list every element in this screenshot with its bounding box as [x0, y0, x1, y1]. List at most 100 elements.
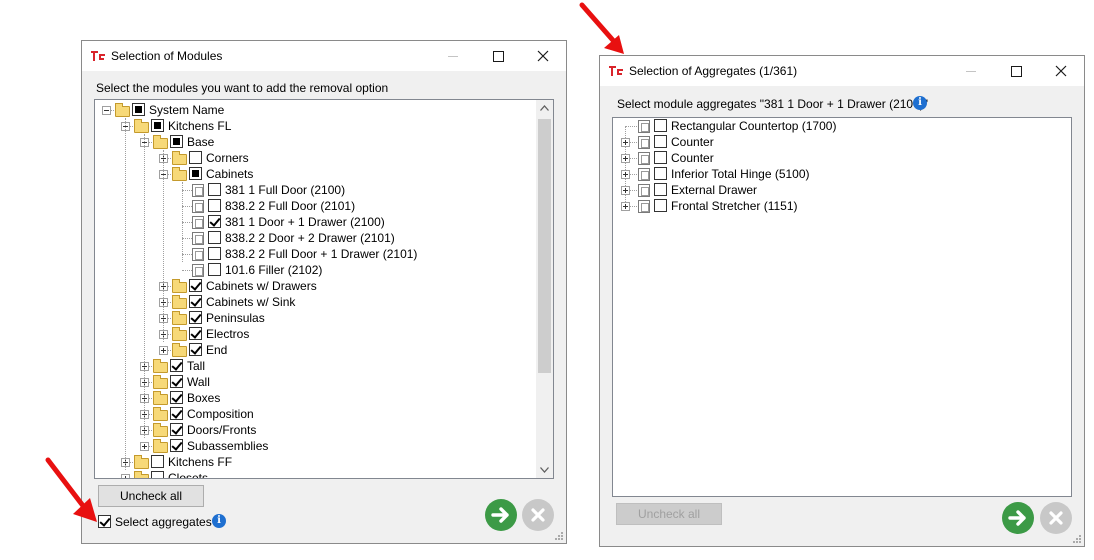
cancel-button[interactable] — [522, 499, 554, 531]
tree-checkbox[interactable] — [151, 471, 164, 478]
expand-icon[interactable] — [140, 442, 149, 451]
tree-checkbox[interactable] — [208, 215, 221, 228]
collapse-icon[interactable] — [102, 106, 111, 115]
tree-checkbox[interactable] — [208, 247, 221, 260]
tree-node[interactable]: Rectangular Countertop (1700) — [613, 118, 1053, 134]
resize-grip-icon[interactable] — [555, 532, 563, 540]
expand-icon[interactable] — [621, 202, 630, 211]
tree-node[interactable]: Base — [95, 134, 535, 150]
tree-node[interactable]: Boxes — [95, 390, 535, 406]
tree-node[interactable]: Doors/Fronts — [95, 422, 535, 438]
tree-node[interactable]: External Drawer — [613, 182, 1053, 198]
tree-node[interactable]: Peninsulas — [95, 310, 535, 326]
tree-node[interactable]: End — [95, 342, 535, 358]
confirm-button[interactable] — [1002, 502, 1034, 534]
tree-node[interactable]: Frontal Stretcher (1151) — [613, 198, 1053, 214]
info-icon[interactable]: i — [212, 514, 226, 528]
tree-node[interactable]: Counter — [613, 134, 1053, 150]
expand-icon[interactable] — [621, 186, 630, 195]
tree-checkbox[interactable] — [208, 231, 221, 244]
tree-node[interactable]: 838.2 2 Full Door + 1 Drawer (2101) — [95, 246, 535, 262]
folder-icon — [153, 439, 168, 453]
tree-node[interactable]: Closets — [95, 470, 535, 478]
expand-icon[interactable] — [621, 170, 630, 179]
tree-checkbox[interactable] — [654, 119, 667, 132]
tree-node[interactable]: Kitchens FL — [95, 118, 535, 134]
tree-node[interactable]: System Name — [95, 102, 535, 118]
tree-checkbox[interactable] — [170, 407, 183, 420]
tree-node[interactable]: Cabinets w/ Drawers — [95, 278, 535, 294]
tree-node[interactable]: 838.2 2 Door + 2 Drawer (2101) — [95, 230, 535, 246]
tree-checkbox[interactable] — [208, 263, 221, 276]
info-icon[interactable]: i — [913, 96, 927, 110]
tree-node[interactable]: Electros — [95, 326, 535, 342]
maximize-button[interactable] — [995, 56, 1037, 86]
cancel-button[interactable] — [1040, 502, 1072, 534]
tree-checkbox[interactable] — [654, 167, 667, 180]
tree-node[interactable]: 838.2 2 Full Door (2101) — [95, 198, 535, 214]
modules-tree-scroll-thumb[interactable] — [538, 119, 551, 373]
tree-node-label: Boxes — [187, 391, 221, 405]
tree-checkbox[interactable] — [189, 327, 202, 340]
tree-checkbox[interactable] — [132, 103, 145, 116]
tree-checkbox[interactable] — [654, 199, 667, 212]
module-icon — [192, 264, 204, 277]
tree-checkbox[interactable] — [189, 311, 202, 324]
tree-node[interactable]: Corners — [95, 150, 535, 166]
tree-node[interactable]: Counter — [613, 150, 1053, 166]
minimize-button[interactable] — [950, 56, 992, 86]
modules-titlebar[interactable]: Selection of Modules — [82, 41, 566, 71]
tree-checkbox[interactable] — [654, 135, 667, 148]
tree-checkbox[interactable] — [170, 423, 183, 436]
tree-checkbox[interactable] — [170, 375, 183, 388]
aggregates-tree[interactable]: Rectangular Countertop (1700) Counter Coun… — [612, 117, 1072, 497]
tree-checkbox[interactable] — [189, 343, 202, 356]
expand-icon[interactable] — [159, 346, 168, 355]
tree-node[interactable]: Wall — [95, 374, 535, 390]
tree-node[interactable]: Inferior Total Hinge (5100) — [613, 166, 1053, 182]
tree-node[interactable]: Subassemblies — [95, 438, 535, 454]
scroll-down-icon[interactable] — [540, 467, 549, 473]
tree-checkbox[interactable] — [208, 183, 221, 196]
aggregates-titlebar[interactable]: Selection of Aggregates (1/361) — [600, 56, 1084, 86]
tree-node[interactable]: Composition — [95, 406, 535, 422]
tree-node[interactable]: Tall — [95, 358, 535, 374]
tree-connector — [182, 270, 192, 271]
tree-checkbox[interactable] — [189, 295, 202, 308]
tree-checkbox[interactable] — [189, 167, 202, 180]
uncheck-all-button[interactable]: Uncheck all — [616, 503, 722, 525]
scroll-up-icon[interactable] — [540, 105, 549, 111]
tree-checkbox[interactable] — [170, 359, 183, 372]
tree-checkbox[interactable] — [654, 151, 667, 164]
expand-icon[interactable] — [121, 474, 130, 478]
tree-checkbox[interactable] — [654, 183, 667, 196]
close-button[interactable] — [522, 41, 564, 71]
tree-checkbox[interactable] — [170, 135, 183, 148]
uncheck-all-button[interactable]: Uncheck all — [98, 485, 204, 507]
tree-checkbox[interactable] — [189, 279, 202, 292]
tree-checkbox[interactable] — [170, 391, 183, 404]
module-icon — [638, 168, 650, 181]
tree-checkbox[interactable] — [151, 455, 164, 468]
tree-checkbox[interactable] — [208, 199, 221, 212]
tree-checkbox[interactable] — [189, 151, 202, 164]
tree-node[interactable]: Cabinets — [95, 166, 535, 182]
confirm-button[interactable] — [485, 499, 517, 531]
resize-grip-icon[interactable] — [1073, 535, 1081, 543]
tree-node[interactable]: Cabinets w/ Sink — [95, 294, 535, 310]
expand-icon[interactable] — [621, 138, 630, 147]
tree-node[interactable]: Kitchens FF — [95, 454, 535, 470]
minimize-button[interactable] — [432, 41, 474, 71]
folder-icon — [115, 103, 130, 117]
modules-tree[interactable]: System Name Kitchens FL Base Corners Cabinet… — [94, 99, 554, 479]
modules-tree-scrollbar[interactable] — [536, 100, 553, 478]
close-button[interactable] — [1040, 56, 1082, 86]
tree-checkbox[interactable] — [151, 119, 164, 132]
folder-icon — [134, 471, 149, 478]
expand-icon[interactable] — [621, 154, 630, 163]
tree-node[interactable]: 101.6 Filler (2102) — [95, 262, 535, 278]
maximize-button[interactable] — [477, 41, 519, 71]
tree-checkbox[interactable] — [170, 439, 183, 452]
tree-node[interactable]: 381 1 Door + 1 Drawer (2100) — [95, 214, 535, 230]
tree-node[interactable]: 381 1 Full Door (2100) — [95, 182, 535, 198]
